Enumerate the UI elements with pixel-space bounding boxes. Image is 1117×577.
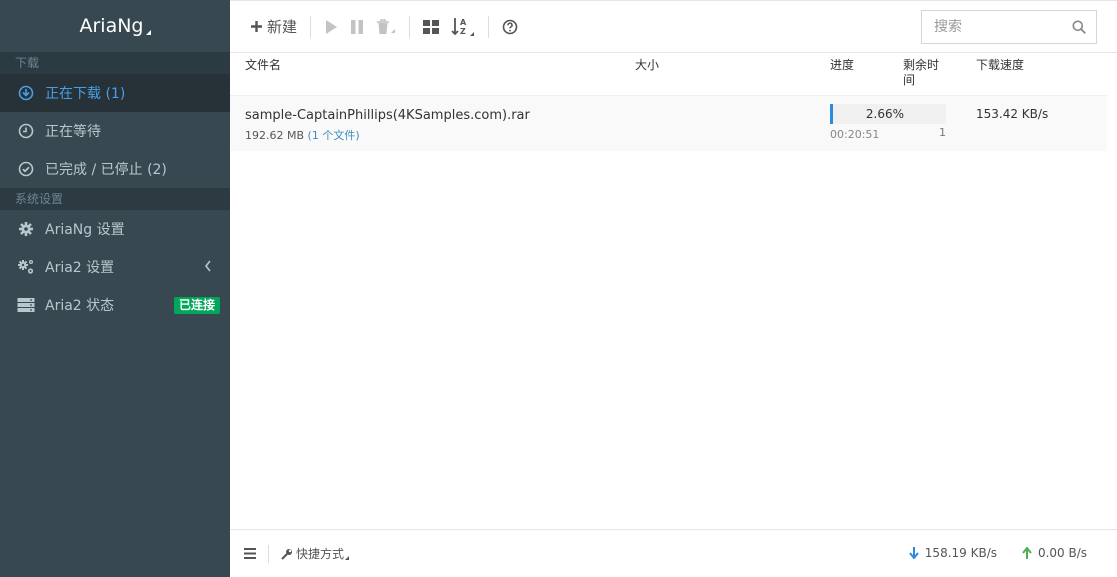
arrow-up-icon: [1022, 547, 1032, 559]
search-box: [921, 10, 1097, 44]
grid-icon: [423, 19, 440, 34]
nav-stopped-label: 已完成 / 已停止 (2): [45, 162, 167, 178]
sidebar: AriaNg 下载 正在下载 (1) 正在等待 已完成 / 已停止 (2) 系统…: [0, 0, 230, 577]
main-panel: 新建 AZ 搜索 文件名 大小 进度 剩余时 间 下载速度 sample-Cap…: [230, 0, 1117, 577]
plus-icon: [250, 20, 263, 33]
gears-icon: [17, 258, 35, 276]
nav-stopped[interactable]: 已完成 / 已停止 (2): [0, 150, 230, 188]
column-header-name[interactable]: 文件名: [245, 58, 281, 73]
new-task-button[interactable]: 新建: [244, 12, 303, 42]
arrow-down-icon: [909, 547, 919, 559]
nav-aria2-status[interactable]: Aria2 状态 已连接: [0, 286, 230, 324]
brand-logo[interactable]: AriaNg: [0, 0, 230, 52]
column-header-remaining-line1: 剩余时: [903, 58, 940, 72]
upload-speed-value: 0.00 B/s: [1037, 546, 1087, 560]
toolbar-divider: [488, 15, 490, 38]
display-mode-button[interactable]: [417, 12, 445, 42]
table-header: 文件名 大小 进度 剩余时 间 下载速度: [230, 54, 1107, 94]
toolbar: 新建 AZ: [230, 1, 1117, 53]
column-header-progress[interactable]: 进度: [830, 58, 854, 73]
start-button[interactable]: [318, 12, 344, 42]
question-circle-icon: [502, 19, 518, 35]
help-button[interactable]: [496, 12, 524, 42]
brand-title: AriaNg: [79, 15, 144, 37]
bars-icon: [244, 548, 256, 559]
shortcut-menu-button[interactable]: 快捷方式: [281, 545, 350, 562]
play-icon: [324, 19, 338, 35]
column-header-remaining-line2: 间: [903, 73, 916, 87]
pause-icon: [350, 19, 364, 35]
section-header-download: 下载: [0, 52, 230, 74]
check-circle-icon: [17, 160, 35, 178]
wrench-icon: [281, 548, 293, 560]
column-header-remaining[interactable]: 剩余时 间: [903, 58, 939, 88]
task-files-link[interactable]: (1 个文件): [308, 129, 360, 142]
arrow-circle-down-icon: [17, 84, 35, 102]
download-speed-indicator: 158.19 KB/s: [909, 546, 997, 560]
task-filename[interactable]: sample-CaptainPhillips(4KSamples.com).ra…: [245, 108, 530, 123]
nav-downloading-label: 正在下载 (1): [45, 86, 126, 102]
svg-text:Z: Z: [460, 27, 466, 36]
toolbar-divider: [409, 15, 411, 38]
task-progress-bar: 2.66%: [830, 104, 946, 124]
column-header-size[interactable]: 大小: [635, 58, 659, 73]
new-task-label: 新建: [267, 18, 298, 36]
chevron-left-icon[interactable]: [204, 260, 212, 276]
toolbar-divider: [310, 15, 312, 38]
pause-button[interactable]: [344, 12, 370, 42]
search-input[interactable]: [934, 19, 1064, 35]
footer-divider: [268, 544, 269, 563]
sort-button[interactable]: AZ: [445, 12, 481, 42]
shortcut-label: 快捷方式: [296, 547, 345, 561]
delete-button[interactable]: [370, 12, 402, 42]
nav-ariang-settings[interactable]: AriaNg 设置: [0, 210, 230, 248]
clock-icon: [17, 122, 35, 140]
svg-text:A: A: [460, 18, 467, 27]
task-speed: 153.42 KB/s: [976, 107, 1049, 121]
search-icon[interactable]: [1072, 20, 1086, 38]
caret-icon: [345, 555, 350, 560]
nav-waiting[interactable]: 正在等待: [0, 112, 230, 150]
brand-caret-icon: [145, 29, 151, 35]
task-row[interactable]: sample-CaptainPhillips(4KSamples.com).ra…: [230, 95, 1107, 151]
sort-alpha-icon: AZ: [451, 17, 475, 37]
nav-aria2-settings-label: Aria2 设置: [45, 260, 115, 276]
nav-ariang-settings-label: AriaNg 设置: [45, 222, 125, 238]
connection-status-badge: 已连接: [173, 297, 220, 314]
task-connections: 1: [939, 126, 946, 139]
nav-waiting-label: 正在等待: [45, 124, 101, 140]
task-remaining-time: 00:20:51: [830, 128, 880, 141]
trash-icon: [376, 18, 396, 35]
download-speed-value: 158.19 KB/s: [924, 546, 997, 560]
upload-speed-indicator: 0.00 B/s: [1022, 546, 1087, 560]
task-size: 192.62 MB (1 个文件): [245, 127, 360, 143]
section-header-settings: 系统设置: [0, 188, 230, 210]
menu-toggle-button[interactable]: [244, 548, 256, 559]
server-icon: [17, 296, 35, 314]
task-progress-fill: [830, 104, 834, 124]
nav-aria2-status-label: Aria2 状态: [45, 298, 115, 314]
task-size-value: 192.62 MB: [245, 129, 305, 142]
gear-icon: [17, 220, 35, 238]
nav-aria2-settings[interactable]: Aria2 设置: [0, 248, 230, 286]
task-progress-text: 2.66%: [865, 107, 904, 121]
nav-downloading[interactable]: 正在下载 (1): [0, 74, 230, 112]
status-bar: 快捷方式 158.19 KB/s 0.00 B/s: [230, 529, 1117, 577]
column-header-speed[interactable]: 下载速度: [976, 58, 1024, 73]
